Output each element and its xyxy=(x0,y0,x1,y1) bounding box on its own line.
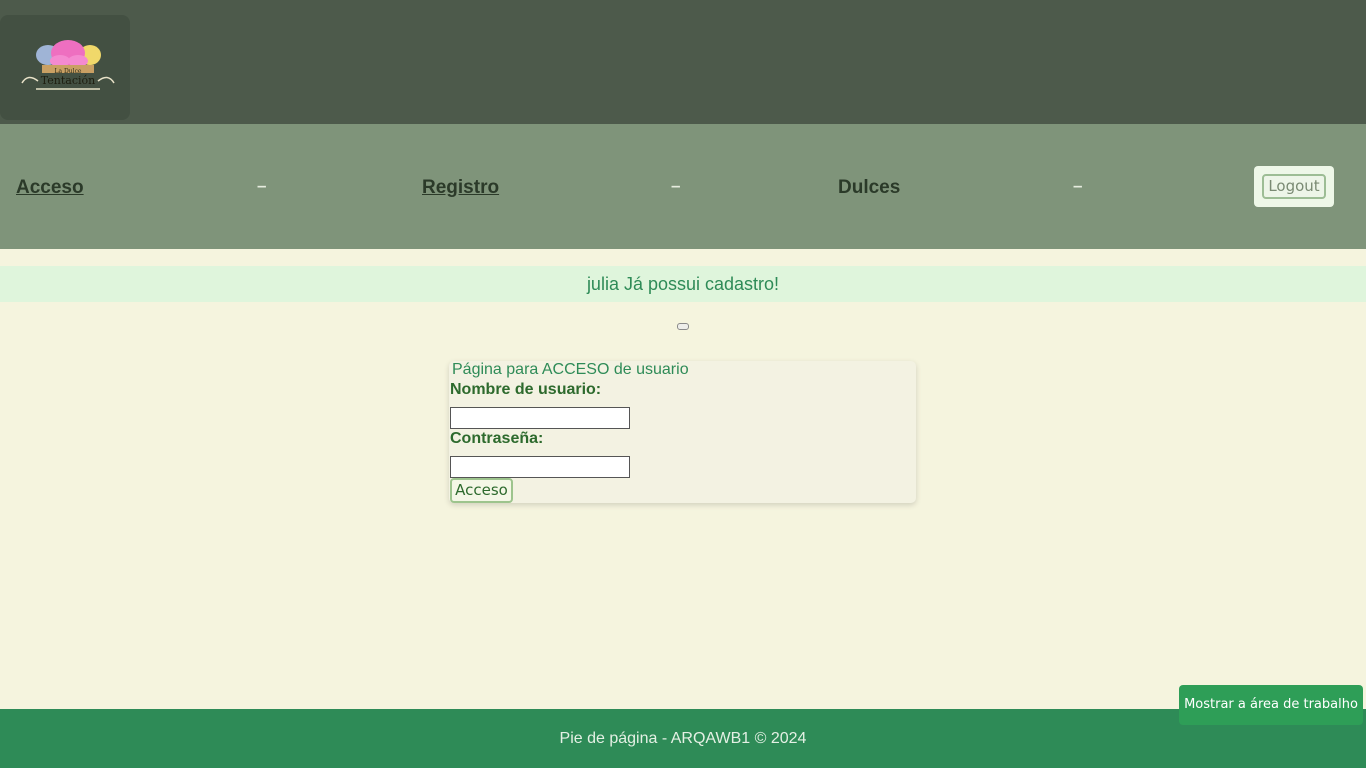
login-submit-button[interactable]: Acceso xyxy=(450,478,513,503)
nav-separator: – xyxy=(257,176,267,195)
cupcake-logo-icon: La Dulce Tentación xyxy=(21,40,115,90)
username-label: Nombre de usuario: xyxy=(450,381,602,398)
login-title: Página para ACCESO de usuario xyxy=(452,361,689,378)
small-toggle-button[interactable] xyxy=(677,323,689,330)
logout-button[interactable]: Logout xyxy=(1262,174,1326,199)
password-label: Contraseña: xyxy=(450,430,544,447)
status-message: julia Já possui cadastro! xyxy=(0,266,1366,302)
nav-separator: – xyxy=(1073,176,1083,195)
username-input[interactable] xyxy=(450,407,630,429)
nav-separator: – xyxy=(671,176,681,195)
logout-container: Logout xyxy=(1254,166,1334,207)
site-logo[interactable]: La Dulce Tentación xyxy=(0,15,130,120)
page-footer: Pie de página - ARQAWB1 © 2024 xyxy=(0,709,1366,768)
svg-text:Tentación: Tentación xyxy=(41,74,95,87)
nav-link-acceso[interactable]: Acceso xyxy=(16,177,84,199)
nav-item-dulces: Dulces xyxy=(838,177,901,198)
password-input[interactable] xyxy=(450,456,630,478)
top-header: La Dulce Tentación xyxy=(0,0,1366,124)
main-nav xyxy=(0,124,1366,249)
show-desktop-button[interactable]: Mostrar a área de trabalho xyxy=(1179,685,1363,725)
nav-link-registro[interactable]: Registro xyxy=(422,177,499,199)
